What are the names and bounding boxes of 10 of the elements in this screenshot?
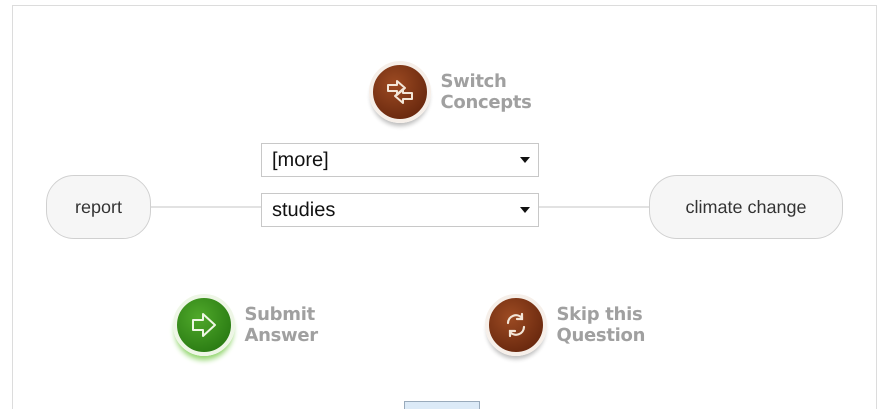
submit-answer-button[interactable]: Submit Answer xyxy=(172,294,364,356)
caret-icon xyxy=(520,157,530,163)
caret-icon xyxy=(520,207,530,213)
swap-arrows-icon xyxy=(384,77,414,107)
concept-dropdown[interactable]: [more] xyxy=(261,143,539,177)
concept-dropdown[interactable]: studies xyxy=(261,193,539,227)
switch-concepts-button[interactable]: Switch Concepts xyxy=(368,61,550,123)
concept-node: report xyxy=(46,175,151,239)
concept-node: climate change xyxy=(649,175,843,239)
skip-question-button[interactable]: Skip this Question xyxy=(484,294,676,356)
